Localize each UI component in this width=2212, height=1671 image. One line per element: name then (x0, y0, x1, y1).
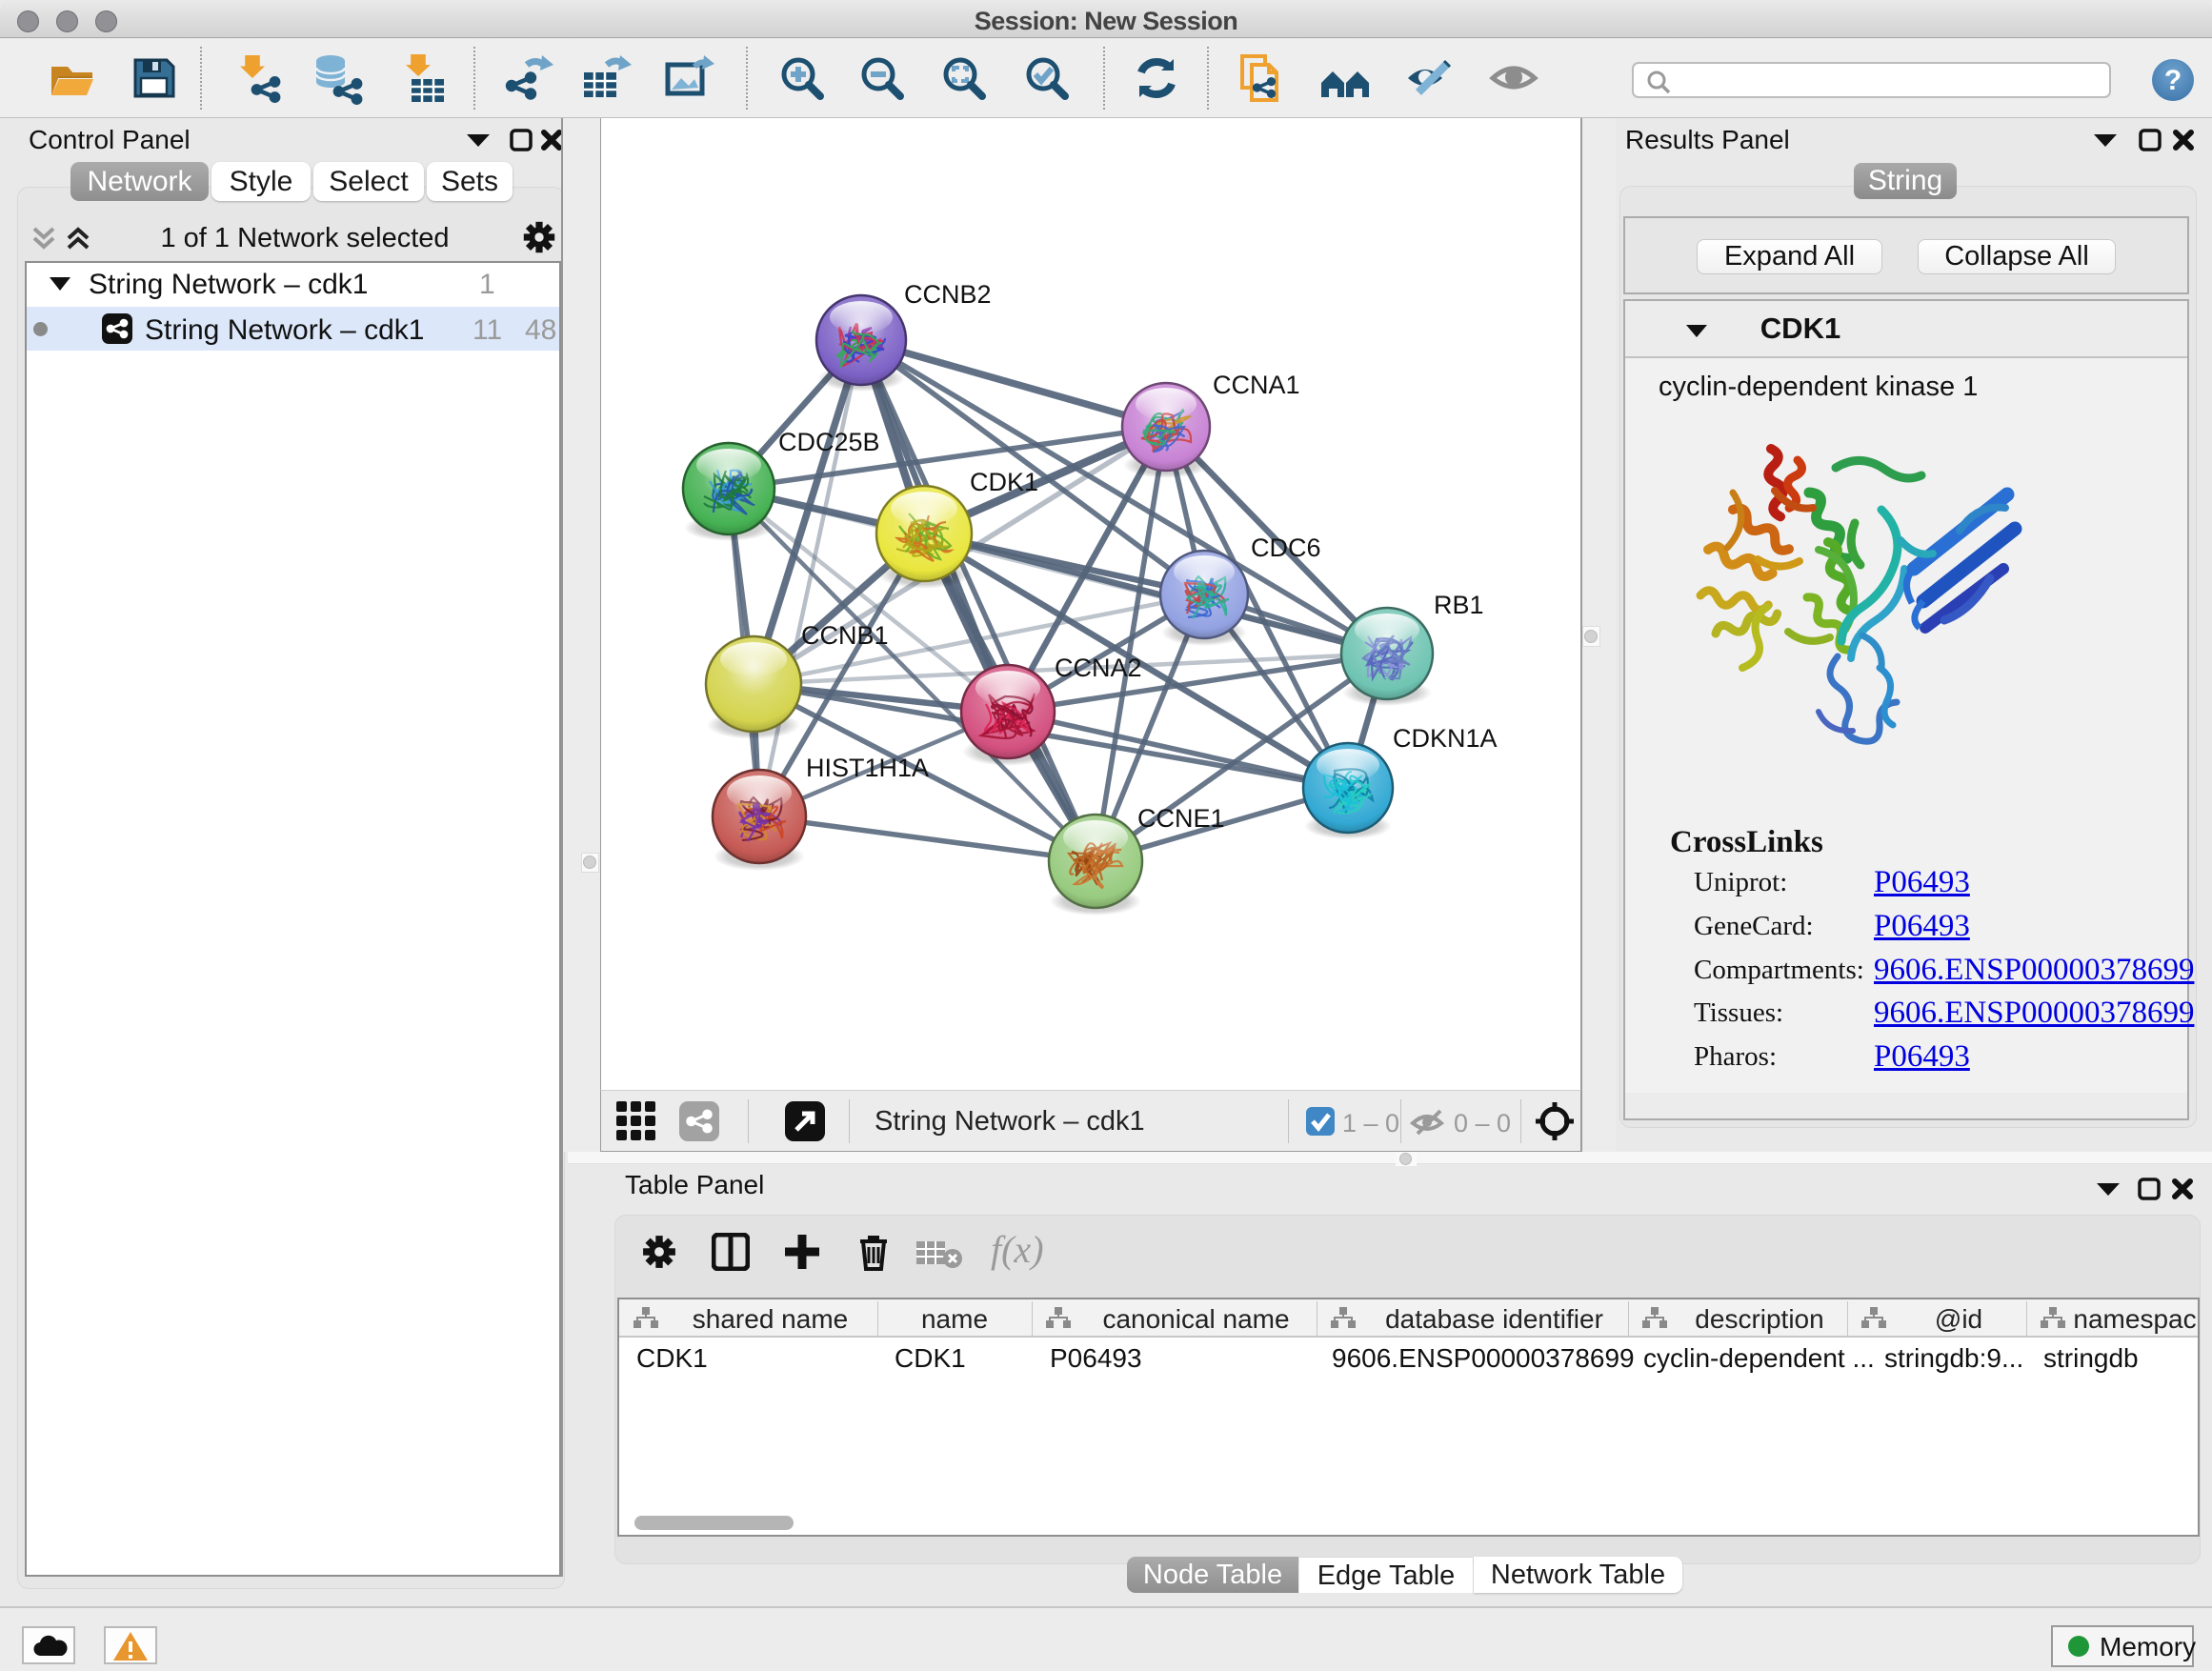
svg-text:CCNE1: CCNE1 (1137, 804, 1225, 833)
svg-text:CCNB1: CCNB1 (801, 621, 889, 650)
svg-text:HIST1H1A: HIST1H1A (806, 754, 929, 782)
svg-text:CCNA1: CCNA1 (1213, 371, 1300, 399)
svg-text:?: ? (2164, 65, 2182, 96)
svg-text:CDK1: CDK1 (970, 468, 1038, 496)
svg-text:CDKN1A: CDKN1A (1393, 724, 1498, 753)
svg-text:CDC6: CDC6 (1251, 534, 1321, 562)
svg-text:CCNB2: CCNB2 (904, 280, 992, 309)
svg-text:CCNA2: CCNA2 (1055, 654, 1142, 682)
svg-text:RB1: RB1 (1434, 591, 1484, 619)
svg-text:CDC25B: CDC25B (778, 428, 880, 456)
